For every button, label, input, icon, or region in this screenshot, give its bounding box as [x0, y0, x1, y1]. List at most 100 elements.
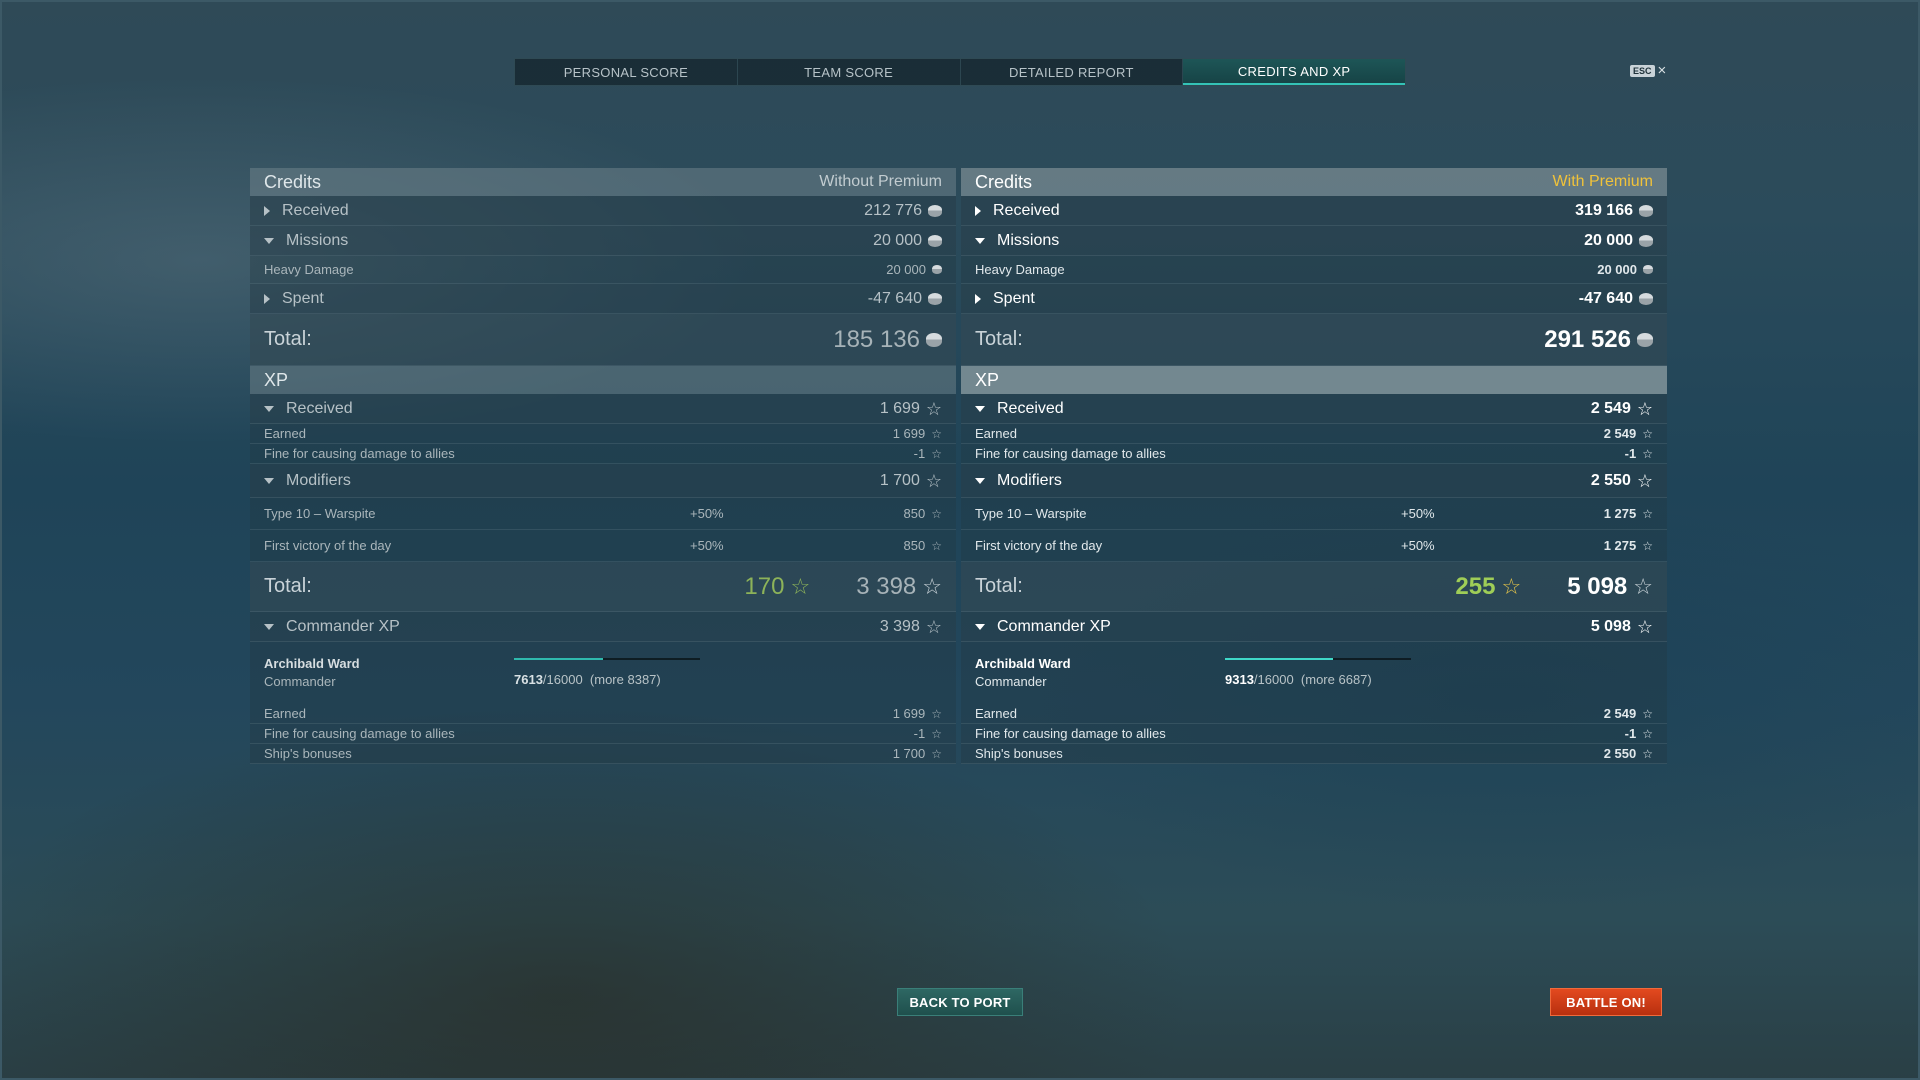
- row-label: Type 10 – Warspite: [975, 506, 1087, 521]
- credits-coin-icon: [1637, 332, 1653, 347]
- row-value: -1: [1624, 446, 1637, 461]
- star-icon: ☆: [931, 726, 942, 741]
- star-icon: ☆: [1642, 446, 1653, 461]
- total-label: Total:: [975, 575, 1023, 597]
- modifier-percent: +50%: [1401, 506, 1435, 521]
- xp-fine-row: Fine for causing damage to allies -1 ☆: [961, 444, 1667, 464]
- xp-received-row[interactable]: Received 2 549 ☆: [961, 394, 1667, 424]
- tab-team-score[interactable]: TEAM SCORE: [738, 59, 961, 85]
- star-icon: ☆: [931, 506, 942, 521]
- credits-coin-icon: [928, 292, 942, 305]
- back-to-port-button[interactable]: BACK TO PORT: [897, 988, 1023, 1016]
- credits-header: Credits With Premium: [961, 168, 1667, 196]
- row-label: Earned: [264, 426, 306, 441]
- star-icon: ☆: [1642, 706, 1653, 721]
- progress-more: (more 8387): [589, 672, 661, 687]
- chevron-down-icon: [264, 405, 274, 412]
- tab-personal-score[interactable]: PERSONAL SCORE: [515, 59, 738, 85]
- tab-credits-and-xp[interactable]: CREDITS AND XP: [1183, 59, 1405, 85]
- close-icon: ×: [1657, 62, 1667, 79]
- xp-header: XP: [250, 366, 956, 394]
- row-value: 2 549: [1603, 426, 1637, 441]
- row-value: 212 776: [864, 201, 922, 219]
- commander-fine-row: Fine for causing damage to allies -1 ☆: [250, 724, 956, 744]
- credits-received-row[interactable]: Received 319 166: [961, 196, 1667, 226]
- tab-bar: PERSONAL SCORE TEAM SCORE DETAILED REPOR…: [514, 58, 1406, 86]
- row-label: First victory of the day: [264, 538, 392, 553]
- credits-coin-icon: [1639, 292, 1653, 305]
- row-value: 2 550: [1603, 746, 1637, 761]
- xp-earned-row: Earned 1 699 ☆: [250, 424, 956, 444]
- free-xp-value: 255: [1455, 572, 1496, 600]
- premium-status-label: Without Premium: [819, 173, 942, 190]
- progress-more: (more 6687): [1300, 672, 1372, 687]
- row-value: 1 700: [892, 746, 926, 761]
- row-label: Fine for causing damage to allies: [264, 726, 455, 741]
- star-icon: ☆: [1642, 726, 1653, 741]
- close-button[interactable]: ESC ×: [1630, 63, 1666, 78]
- commander-xp-row[interactable]: Commander XP 3 398 ☆: [250, 612, 956, 642]
- star-icon: ☆: [1633, 573, 1653, 599]
- star-icon: ☆: [1642, 506, 1653, 521]
- credits-missions-row[interactable]: Missions 20 000: [250, 226, 956, 256]
- xp-modifiers-row[interactable]: Modifiers 1 700 ☆: [250, 464, 956, 498]
- credits-spent-row[interactable]: Spent -47 640: [250, 284, 956, 314]
- row-label: Received: [286, 399, 353, 417]
- modifier-row: First victory of the day +50% 1 275 ☆: [961, 530, 1667, 562]
- row-label: Missions: [286, 231, 349, 249]
- row-label: Heavy Damage: [264, 262, 354, 277]
- chevron-down-icon: [975, 623, 985, 630]
- chevron-right-icon: [264, 293, 270, 304]
- row-value: -47 640: [1578, 289, 1633, 307]
- commander-earned-row: Earned 2 549 ☆: [961, 704, 1667, 724]
- row-value: 20 000: [1584, 231, 1633, 249]
- total-label: Total:: [264, 575, 312, 597]
- star-icon: ☆: [790, 573, 811, 599]
- credits-spent-row[interactable]: Spent -47 640: [961, 284, 1667, 314]
- total-label: Total:: [264, 328, 312, 350]
- commander-progress-bar: [1225, 658, 1411, 660]
- star-icon: ☆: [1636, 470, 1653, 491]
- total-value: 185 136: [833, 325, 920, 353]
- row-label: Fine for causing damage to allies: [975, 446, 1166, 461]
- commander-xp-row[interactable]: Commander XP 5 098 ☆: [961, 612, 1667, 642]
- heavy-damage-row: Heavy Damage 20 000: [961, 256, 1667, 284]
- row-value: -1: [913, 726, 926, 741]
- chevron-right-icon: [264, 205, 270, 216]
- row-label: Received: [993, 201, 1060, 219]
- credits-header: Credits Without Premium: [250, 168, 956, 196]
- xp-fine-row: Fine for causing damage to allies -1 ☆: [250, 444, 956, 464]
- chevron-down-icon: [975, 477, 985, 484]
- panel-without-premium: Credits Without Premium Received 212 776…: [250, 168, 956, 764]
- premium-status-label: With Premium: [1552, 173, 1653, 190]
- credits-received-row[interactable]: Received 212 776: [250, 196, 956, 226]
- row-value: -47 640: [867, 289, 922, 307]
- row-value: 850: [903, 506, 926, 521]
- row-label: Earned: [975, 426, 1017, 441]
- xp-received-row[interactable]: Received 1 699 ☆: [250, 394, 956, 424]
- row-value: 2 549: [1590, 399, 1631, 417]
- row-value: -1: [1624, 726, 1637, 741]
- row-label: Commander XP: [286, 617, 400, 635]
- star-icon: ☆: [1642, 426, 1653, 441]
- row-label: Modifiers: [997, 471, 1062, 489]
- credits-total-row: Total: 185 136: [250, 314, 956, 366]
- esc-key-label: ESC: [1630, 64, 1655, 77]
- credits-coin-icon: [926, 332, 942, 347]
- row-label: Heavy Damage: [975, 262, 1065, 277]
- progress-fill: [1225, 658, 1334, 660]
- star-icon: ☆: [922, 573, 942, 599]
- tab-detailed-report[interactable]: DETAILED REPORT: [961, 59, 1184, 85]
- xp-modifiers-row[interactable]: Modifiers 2 550 ☆: [961, 464, 1667, 498]
- credits-total-row: Total: 291 526: [961, 314, 1667, 366]
- credits-missions-row[interactable]: Missions 20 000: [961, 226, 1667, 256]
- row-label: Missions: [997, 231, 1060, 249]
- chevron-down-icon: [264, 237, 274, 244]
- row-label: Type 10 – Warspite: [264, 506, 376, 521]
- modifier-row: Type 10 – Warspite +50% 850 ☆: [250, 498, 956, 530]
- star-icon: ☆: [931, 746, 942, 761]
- battle-on-button[interactable]: BATTLE ON!: [1550, 988, 1662, 1016]
- xp-total-row: Total: 170 ☆ 3 398 ☆: [250, 562, 956, 612]
- chevron-down-icon: [264, 477, 274, 484]
- credits-coin-icon: [1639, 234, 1653, 247]
